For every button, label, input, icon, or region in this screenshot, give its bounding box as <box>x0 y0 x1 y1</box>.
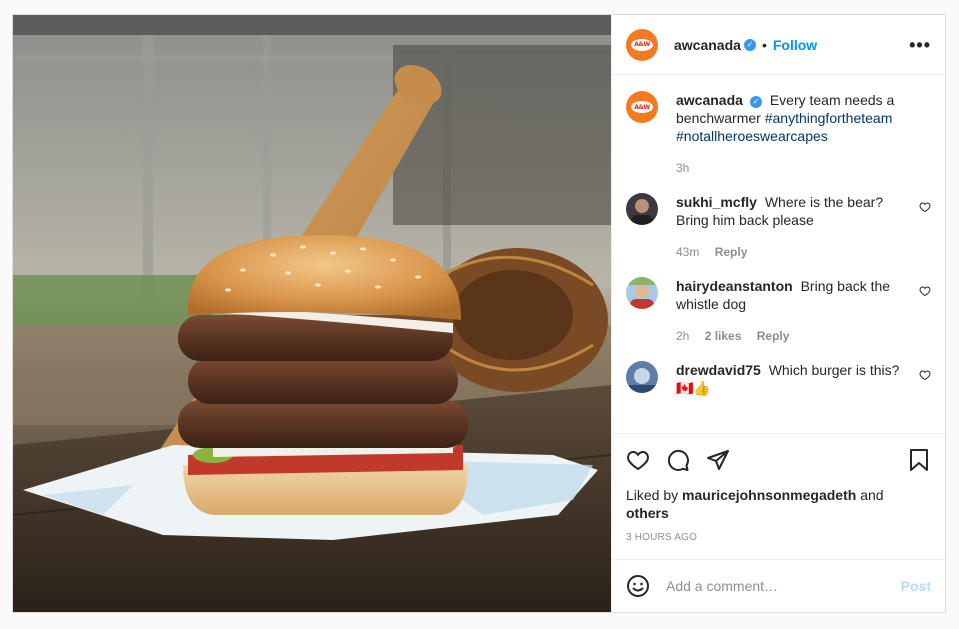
add-comment-bar: Post <box>612 559 945 612</box>
aw-logo-icon: A&W <box>631 38 653 51</box>
aw-logo-icon: A&W <box>631 101 653 113</box>
verified-badge-icon: ✓ <box>749 96 762 108</box>
user-avatar-image <box>626 361 658 393</box>
share-icon[interactable] <box>706 448 730 472</box>
like-comment-heart-icon[interactable] <box>919 201 931 213</box>
header-username[interactable]: awcanada <box>674 37 741 53</box>
liked-by-prefix: Liked by <box>626 487 679 503</box>
user-avatar-image <box>626 277 658 309</box>
hashtag-link[interactable]: #anythingfortheteam <box>765 110 893 126</box>
separator-dot: • <box>761 36 767 53</box>
comment-time: 2h <box>676 329 690 343</box>
avatar[interactable] <box>626 193 658 225</box>
heart-icon[interactable] <box>626 448 650 472</box>
caption-avatar[interactable]: A&W <box>626 91 658 123</box>
post-dialog: A&W awcanada ✓ • Follow ••• A&W awcanada… <box>12 14 946 613</box>
liked-by-others-link[interactable]: others <box>626 505 669 521</box>
avatar[interactable] <box>626 361 658 393</box>
reply-button[interactable]: Reply <box>715 245 748 259</box>
comment-icon[interactable] <box>666 448 690 472</box>
post-actions: Liked by mauricejohnsonmegadeth and othe… <box>612 433 945 559</box>
user-avatar-image <box>626 193 658 225</box>
post-side-panel: A&W awcanada ✓ • Follow ••• A&W awcanada… <box>611 15 945 612</box>
comments-list[interactable]: A&W awcanada ✓ Every team needs a benchwa… <box>612 75 945 433</box>
caption-time: 3h <box>676 161 690 175</box>
verified-badge-icon: ✓ <box>743 38 756 51</box>
post-comment-button[interactable]: Post <box>901 578 931 594</box>
bookmark-icon[interactable] <box>907 448 931 472</box>
likes-summary: Liked by mauricejohnsonmegadeth and othe… <box>626 486 931 522</box>
comment-username[interactable]: sukhi_mcfly <box>676 194 757 210</box>
reply-button[interactable]: Reply <box>757 329 790 343</box>
follow-button[interactable]: Follow <box>773 37 817 53</box>
post-timestamp[interactable]: 3 HOURS AGO <box>626 532 931 559</box>
comment-item: sukhi_mcfly Where is the bear? Bring him… <box>626 193 931 261</box>
action-icons-row <box>626 434 931 486</box>
comment-time: 43m <box>676 245 700 259</box>
comment-likes[interactable]: 2 likes <box>705 329 742 343</box>
like-comment-heart-icon[interactable] <box>919 369 931 381</box>
like-comment-heart-icon[interactable] <box>919 285 931 297</box>
hashtag-link[interactable]: #notallheroeswearcapes <box>676 128 828 144</box>
comment-username[interactable]: drewdavid75 <box>676 362 761 378</box>
add-comment-input[interactable] <box>666 578 901 594</box>
comment-username[interactable]: hairydeanstanton <box>676 278 793 294</box>
comment-item: drewdavid75 Which burger is this?🇨🇦👍 <box>626 361 931 397</box>
burger-photo <box>13 15 611 612</box>
comment-meta: 43m Reply <box>676 243 909 261</box>
liked-by-and: and <box>860 487 884 503</box>
more-options-icon[interactable]: ••• <box>909 36 931 54</box>
liked-by-user-link[interactable]: mauricejohnsonmegadeth <box>682 487 856 503</box>
avatar[interactable] <box>626 277 658 309</box>
post-header: A&W awcanada ✓ • Follow ••• <box>612 15 945 75</box>
caption-meta: 3h <box>676 159 931 177</box>
caption-username[interactable]: awcanada <box>676 92 743 108</box>
post-image[interactable] <box>13 15 611 612</box>
caption: A&W awcanada ✓ Every team needs a benchwa… <box>626 91 931 177</box>
comment-item: hairydeanstanton Bring back the whistle … <box>626 277 931 345</box>
emoji-icon[interactable] <box>626 574 650 598</box>
comment-meta: 2h 2 likes Reply <box>676 327 909 345</box>
awcanada-avatar[interactable]: A&W <box>626 28 658 61</box>
